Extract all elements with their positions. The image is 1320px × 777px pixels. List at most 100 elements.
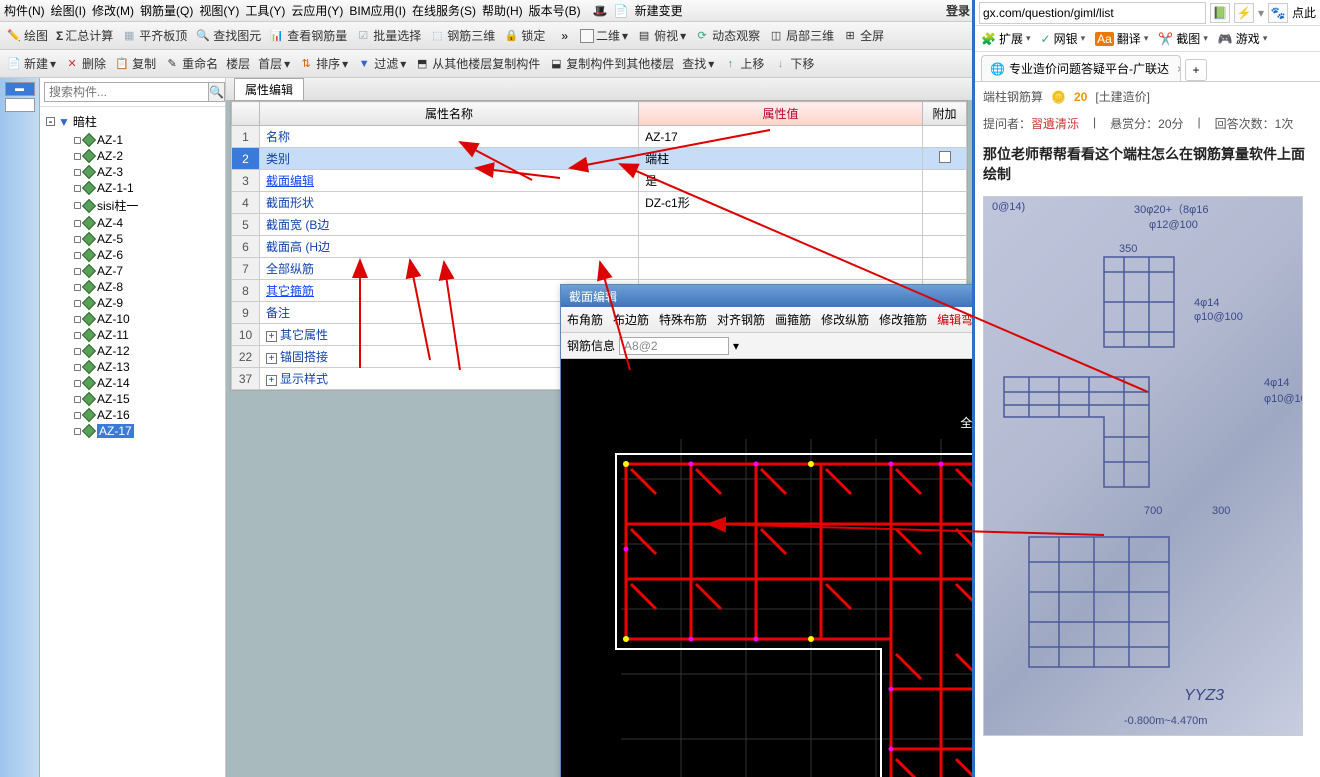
- orbit-button[interactable]: ⟳动态观察: [694, 27, 760, 44]
- component-tree[interactable]: - ▼ 暗柱 AZ-1AZ-2AZ-3AZ-1-1sisi柱一AZ-4AZ-5A…: [40, 107, 225, 777]
- rebar-info-input[interactable]: [619, 337, 729, 355]
- tree-node[interactable]: AZ-5: [42, 231, 223, 247]
- first-floor-select[interactable]: 首层 ▾: [258, 55, 290, 72]
- property-row[interactable]: 7全部纵筋: [232, 258, 967, 280]
- edge-rebar-button[interactable]: 布边筋: [613, 311, 649, 328]
- reference-photo[interactable]: 0@14) 30φ20+（8φ16 φ12@100 350 4φ14 φ10@1…: [983, 196, 1303, 736]
- browser-tab[interactable]: 🌐专业造价问题答疑平台-广联达×: [981, 55, 1181, 81]
- ext-button[interactable]: 🧩扩展▾: [981, 30, 1031, 47]
- search-button[interactable]: 🔍: [209, 82, 225, 102]
- floor-button[interactable]: 楼层: [226, 55, 250, 72]
- side-tab[interactable]: [5, 98, 35, 112]
- ext-button[interactable]: 🎮游戏▾: [1218, 30, 1268, 47]
- asker-link[interactable]: 習遺清泺: [1031, 117, 1079, 131]
- tree-node[interactable]: AZ-12: [42, 343, 223, 359]
- menu-item[interactable]: 工具(Y): [245, 2, 285, 19]
- menu-item[interactable]: 帮助(H): [482, 2, 523, 19]
- property-row[interactable]: 4截面形状DZ-c1形: [232, 192, 967, 214]
- ext-button[interactable]: ✂️截图▾: [1158, 30, 1208, 47]
- tree-node[interactable]: AZ-2: [42, 148, 223, 164]
- property-tab[interactable]: 属性编辑: [234, 78, 304, 100]
- property-row[interactable]: 6截面高 (H边: [232, 236, 967, 258]
- move-down-button[interactable]: ↓下移: [772, 55, 814, 72]
- filter-button[interactable]: ▼过滤 ▾: [356, 55, 406, 72]
- edit-hook-button[interactable]: 编辑弯钩: [937, 311, 972, 328]
- property-row[interactable]: 2类别端柱: [232, 148, 967, 170]
- menu-item[interactable]: 修改(M): [92, 2, 134, 19]
- menu-item[interactable]: 钢筋量(Q): [140, 2, 193, 19]
- menu-item[interactable]: 新建变更: [635, 2, 683, 19]
- star-label[interactable]: 点此: [1292, 4, 1316, 21]
- close-icon[interactable]: ×: [1177, 62, 1181, 76]
- tree-node[interactable]: AZ-14: [42, 375, 223, 391]
- draw-button[interactable]: ✏️绘图: [6, 27, 48, 44]
- corner-rebar-button[interactable]: 布角筋: [567, 311, 603, 328]
- view-2d-select[interactable]: 二维 ▾: [580, 27, 628, 44]
- menu-item[interactable]: 云应用(Y): [291, 2, 343, 19]
- new-button[interactable]: 📄新建 ▾: [6, 55, 56, 72]
- tree-node[interactable]: AZ-16: [42, 407, 223, 423]
- doc-icon[interactable]: 📄: [614, 4, 629, 18]
- tree-node[interactable]: AZ-3: [42, 164, 223, 180]
- compat-icon[interactable]: 📗: [1210, 3, 1230, 23]
- ext-button[interactable]: Aa翻译▾: [1095, 30, 1148, 47]
- scissors-icon: ✂️: [1158, 32, 1173, 46]
- menu-item[interactable]: 绘图(I): [51, 2, 86, 19]
- property-row[interactable]: 3截面编辑是: [232, 170, 967, 192]
- property-row[interactable]: 1名称AZ-17: [232, 126, 967, 148]
- new-tab-button[interactable]: +: [1185, 59, 1207, 81]
- tree-node[interactable]: AZ-17: [42, 423, 223, 439]
- batch-select-button[interactable]: ☑批量选择: [355, 27, 421, 44]
- move-up-button[interactable]: ↑上移: [722, 55, 764, 72]
- modify-stirrup-button[interactable]: 修改箍筋: [879, 311, 927, 328]
- special-rebar-button[interactable]: 特殊布筋: [659, 311, 707, 328]
- tree-node[interactable]: AZ-11: [42, 327, 223, 343]
- tree-node[interactable]: AZ-7: [42, 263, 223, 279]
- delete-button[interactable]: ✕删除: [64, 55, 106, 72]
- view-rebar-button[interactable]: 📊查看钢筋量: [269, 27, 347, 44]
- tree-node[interactable]: AZ-10: [42, 311, 223, 327]
- tree-node[interactable]: AZ-1-1: [42, 180, 223, 196]
- sort-button[interactable]: ⇅排序 ▾: [298, 55, 348, 72]
- lock-button[interactable]: 🔒锁定: [503, 27, 545, 44]
- top-view-button[interactable]: ▤俯视 ▾: [636, 27, 686, 44]
- copy-button[interactable]: 📋复制: [114, 55, 156, 72]
- modify-long-button[interactable]: 修改纵筋: [821, 311, 869, 328]
- find-button[interactable]: 查找 ▾: [682, 55, 714, 72]
- menu-item[interactable]: BIM应用(I): [349, 2, 406, 19]
- copy-from-floor-button[interactable]: ⬒从其他楼层复制构件: [414, 55, 540, 72]
- draw-stirrup-button[interactable]: 画箍筋: [775, 311, 811, 328]
- tree-node[interactable]: AZ-9: [42, 295, 223, 311]
- paw-icon[interactable]: 🐾: [1268, 3, 1288, 23]
- section-canvas[interactable]: 全部纵筋 13C22+22C14 其它纵筋 1C14 175 175 350 6…: [561, 359, 972, 777]
- tree-node[interactable]: AZ-8: [42, 279, 223, 295]
- flash-icon[interactable]: ⚡: [1234, 3, 1254, 23]
- tree-root[interactable]: - ▼ 暗柱: [42, 111, 223, 132]
- hat-icon[interactable]: 🎩: [593, 4, 608, 18]
- tree-node[interactable]: AZ-1: [42, 132, 223, 148]
- url-input[interactable]: [979, 2, 1206, 24]
- menu-item[interactable]: 构件(N): [4, 2, 45, 19]
- menu-item[interactable]: 视图(Y): [199, 2, 239, 19]
- search-input[interactable]: [44, 82, 209, 102]
- local-3d-button[interactable]: ◫局部三维: [768, 27, 834, 44]
- property-row[interactable]: 5截面宽 (B边: [232, 214, 967, 236]
- align-rebar-button[interactable]: 对齐钢筋: [717, 311, 765, 328]
- align-button[interactable]: ▦平齐板顶: [121, 27, 187, 44]
- login-button[interactable]: 登录: [946, 2, 970, 19]
- menu-item[interactable]: 版本号(B): [529, 2, 581, 19]
- summary-button[interactable]: Σ 汇总计算: [56, 27, 113, 44]
- rename-button[interactable]: ✎重命名: [164, 55, 218, 72]
- find-element-button[interactable]: 🔍查找图元: [195, 27, 261, 44]
- tree-node[interactable]: AZ-6: [42, 247, 223, 263]
- side-tab[interactable]: ▬: [5, 82, 35, 96]
- tree-node[interactable]: AZ-15: [42, 391, 223, 407]
- tree-node[interactable]: AZ-4: [42, 215, 223, 231]
- menu-item[interactable]: 在线服务(S): [412, 2, 476, 19]
- copy-to-floor-button[interactable]: ⬓复制构件到其他楼层: [548, 55, 674, 72]
- ext-button[interactable]: ✓网银▾: [1041, 30, 1086, 47]
- tree-node[interactable]: AZ-13: [42, 359, 223, 375]
- fullscreen-button[interactable]: ⊞全屏: [842, 27, 884, 44]
- tree-node[interactable]: sisi柱一: [42, 196, 223, 215]
- rebar-3d-button[interactable]: ⬚钢筋三维: [429, 27, 495, 44]
